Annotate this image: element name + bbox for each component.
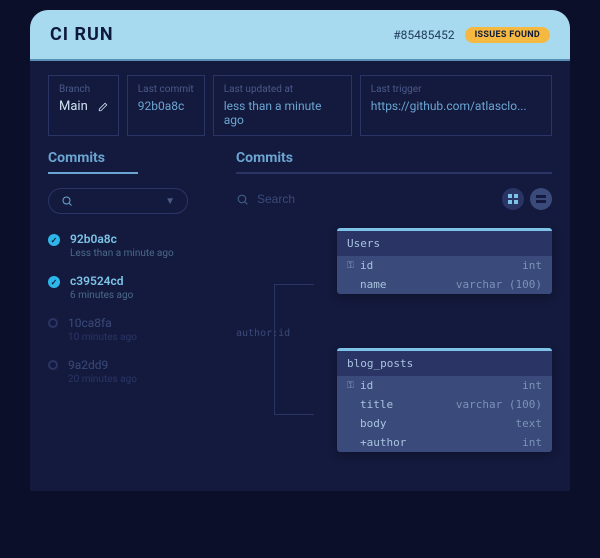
erd-table-title: blog_posts bbox=[337, 351, 552, 376]
erd-column: +author int bbox=[337, 433, 552, 452]
erd-col-type: int bbox=[522, 436, 542, 449]
search-input[interactable] bbox=[257, 192, 494, 206]
meta-branch: Branch Main bbox=[48, 75, 119, 136]
branch-name: Main bbox=[59, 99, 88, 114]
erd-column: ⚿ id int bbox=[337, 376, 552, 395]
check-circle-icon bbox=[48, 234, 60, 246]
circle-icon bbox=[48, 360, 58, 370]
erd-col-name: id bbox=[360, 259, 373, 272]
meta-row: Branch Main Last commit 92b0a8c Last upd… bbox=[30, 61, 570, 150]
erd-col-type: varchar (100) bbox=[456, 398, 542, 411]
body: Commits ▼ 92b0a8c Less than a minute ago… bbox=[30, 150, 570, 491]
erd-table-title: Users bbox=[337, 231, 552, 256]
key-icon: ⚿ bbox=[347, 381, 355, 391]
right-search-row bbox=[236, 188, 552, 210]
erd-col-type: int bbox=[522, 379, 542, 392]
commit-item[interactable]: 92b0a8c Less than a minute ago bbox=[48, 232, 218, 259]
search-icon bbox=[61, 195, 73, 207]
commit-hash: 92b0a8c bbox=[70, 232, 174, 246]
erd-col-name: name bbox=[360, 278, 387, 291]
erd-col-name: title bbox=[360, 398, 393, 411]
commit-time: 20 minutes ago bbox=[68, 374, 137, 385]
chevron-down-icon: ▼ bbox=[165, 196, 175, 207]
erd-canvas[interactable]: author:id Users ⚿ id int name varchar (10… bbox=[236, 228, 552, 473]
card-header: CI RUN #85485452 ISSUES FOUND bbox=[30, 10, 570, 61]
meta-trigger: Last trigger https://github.com/atlasclo… bbox=[360, 75, 552, 136]
meta-branch-value[interactable]: Main bbox=[59, 99, 108, 114]
commit-hash: c39524cd bbox=[70, 274, 133, 288]
commit-list: 92b0a8c Less than a minute ago c39524cd … bbox=[48, 232, 218, 385]
erd-col-name: body bbox=[360, 417, 387, 430]
erd-column: body text bbox=[337, 414, 552, 433]
erd-col-type: int bbox=[522, 259, 542, 272]
erd-column: name varchar (100) bbox=[337, 275, 552, 294]
right-section-title: Commits bbox=[236, 150, 552, 174]
commit-item[interactable]: 9a2dd9 20 minutes ago bbox=[48, 358, 218, 385]
erd-column: title varchar (100) bbox=[337, 395, 552, 414]
commit-time: 6 minutes ago bbox=[70, 290, 133, 301]
search-icon bbox=[236, 193, 249, 206]
list-icon bbox=[535, 193, 547, 205]
header-right: #85485452 ISSUES FOUND bbox=[393, 27, 550, 43]
check-circle-icon bbox=[48, 276, 60, 288]
view-toggle bbox=[502, 188, 552, 210]
commit-hash: 10ca8fa bbox=[68, 316, 137, 330]
right-pane: Commits author:id bbox=[236, 150, 552, 473]
meta-updated: Last updated at less than a minute ago bbox=[213, 75, 352, 136]
erd-col-type: text bbox=[516, 417, 543, 430]
meta-updated-value: less than a minute ago bbox=[224, 99, 341, 127]
erd-col-name: +author bbox=[360, 436, 406, 449]
meta-last-commit-label: Last commit bbox=[138, 84, 194, 95]
erd-edge bbox=[274, 284, 314, 285]
commit-time: Less than a minute ago bbox=[70, 248, 174, 259]
commit-hash: 9a2dd9 bbox=[68, 358, 137, 372]
run-id: #85485452 bbox=[393, 28, 454, 42]
list-view-button[interactable] bbox=[530, 188, 552, 210]
left-pane: Commits ▼ 92b0a8c Less than a minute ago… bbox=[48, 150, 218, 473]
erd-edge-label: author:id bbox=[236, 328, 290, 339]
erd-edge bbox=[274, 414, 314, 415]
meta-branch-label: Branch bbox=[59, 84, 108, 95]
page-title: CI RUN bbox=[50, 24, 114, 45]
left-section-title: Commits bbox=[48, 150, 138, 174]
commit-item[interactable]: 10ca8fa 10 minutes ago bbox=[48, 316, 218, 343]
grid-view-button[interactable] bbox=[502, 188, 524, 210]
meta-trigger-link[interactable]: https://github.com/atlasclo... bbox=[371, 99, 541, 113]
commit-item[interactable]: c39524cd 6 minutes ago bbox=[48, 274, 218, 301]
status-badge: ISSUES FOUND bbox=[465, 27, 550, 43]
meta-trigger-label: Last trigger bbox=[371, 84, 541, 95]
commit-filter[interactable]: ▼ bbox=[48, 188, 188, 214]
commit-time: 10 minutes ago bbox=[68, 332, 137, 343]
edit-icon[interactable] bbox=[98, 102, 108, 112]
key-icon: ⚿ bbox=[347, 261, 355, 271]
erd-col-name: id bbox=[360, 379, 373, 392]
grid-icon bbox=[507, 193, 519, 205]
erd-edge bbox=[274, 284, 314, 414]
meta-last-commit-value[interactable]: 92b0a8c bbox=[138, 99, 194, 113]
erd-column: ⚿ id int bbox=[337, 256, 552, 275]
meta-updated-label: Last updated at bbox=[224, 84, 341, 95]
meta-last-commit: Last commit 92b0a8c bbox=[127, 75, 205, 136]
ci-run-card: CI RUN #85485452 ISSUES FOUND Branch Mai… bbox=[30, 10, 570, 491]
erd-table-users[interactable]: Users ⚿ id int name varchar (100) bbox=[337, 228, 552, 294]
circle-icon bbox=[48, 318, 58, 328]
erd-col-type: varchar (100) bbox=[456, 278, 542, 291]
erd-table-blog-posts[interactable]: blog_posts ⚿ id int title varchar (100) b… bbox=[337, 348, 552, 452]
